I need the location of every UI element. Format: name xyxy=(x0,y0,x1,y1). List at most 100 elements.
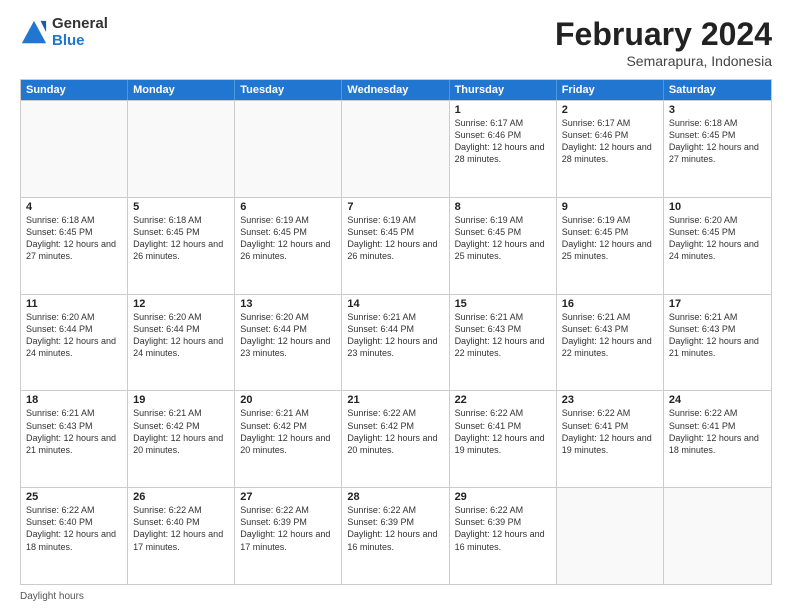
day-info: Sunrise: 6:22 AM Sunset: 6:40 PM Dayligh… xyxy=(133,504,229,553)
day-cell-23: 23Sunrise: 6:22 AM Sunset: 6:41 PM Dayli… xyxy=(557,391,664,487)
calendar-row-1: 4Sunrise: 6:18 AM Sunset: 6:45 PM Daylig… xyxy=(21,197,771,294)
day-cell-21: 21Sunrise: 6:22 AM Sunset: 6:42 PM Dayli… xyxy=(342,391,449,487)
day-number: 18 xyxy=(26,394,122,406)
title-month: February 2024 xyxy=(555,16,772,53)
day-number: 16 xyxy=(562,298,658,310)
day-cell-12: 12Sunrise: 6:20 AM Sunset: 6:44 PM Dayli… xyxy=(128,295,235,391)
empty-cell xyxy=(21,101,128,197)
day-number: 12 xyxy=(133,298,229,310)
day-number: 1 xyxy=(455,104,551,116)
day-number: 5 xyxy=(133,201,229,213)
day-cell-11: 11Sunrise: 6:20 AM Sunset: 6:44 PM Dayli… xyxy=(21,295,128,391)
day-number: 24 xyxy=(669,394,766,406)
day-info: Sunrise: 6:18 AM Sunset: 6:45 PM Dayligh… xyxy=(669,117,766,166)
day-cell-10: 10Sunrise: 6:20 AM Sunset: 6:45 PM Dayli… xyxy=(664,198,771,294)
day-number: 28 xyxy=(347,491,443,503)
day-info: Sunrise: 6:20 AM Sunset: 6:45 PM Dayligh… xyxy=(669,214,766,263)
day-info: Sunrise: 6:19 AM Sunset: 6:45 PM Dayligh… xyxy=(455,214,551,263)
calendar-row-2: 11 Sunrise: 6:20 AM Sunset: 6:44 PM Dayli… xyxy=(21,294,771,391)
day-info: Sunrise: 6:17 AM Sunset: 6:46 PM Dayligh… xyxy=(455,117,551,166)
day-cell-22: 22Sunrise: 6:22 AM Sunset: 6:41 PM Dayli… xyxy=(450,391,557,487)
day-cell-3: 3Sunrise: 6:18 AM Sunset: 6:45 PM Daylig… xyxy=(664,101,771,197)
logo-blue: Blue xyxy=(52,33,108,50)
day-info: Sunrise: 6:17 AM Sunset: 6:46 PM Dayligh… xyxy=(562,117,658,166)
day-cell-14: 14Sunrise: 6:21 AM Sunset: 6:44 PM Dayli… xyxy=(342,295,449,391)
day-number: 21 xyxy=(347,394,443,406)
header-day-saturday: Saturday xyxy=(664,80,771,100)
title-block: February 2024 Semarapura, Indonesia xyxy=(555,16,772,69)
day-number: 6 xyxy=(240,201,336,213)
header-day-wednesday: Wednesday xyxy=(342,80,449,100)
day-info: Sunrise: 6:21 AM Sunset: 6:43 PM Dayligh… xyxy=(562,311,658,360)
day-cell-18: 18Sunrise: 6:21 AM Sunset: 6:43 PM Dayli… xyxy=(21,391,128,487)
day-info: Sunrise: 6:22 AM Sunset: 6:42 PM Dayligh… xyxy=(347,407,443,456)
calendar-body: 1Sunrise: 6:17 AM Sunset: 6:46 PM Daylig… xyxy=(21,100,771,584)
title-location: Semarapura, Indonesia xyxy=(555,53,772,69)
daylight-label: Daylight hours xyxy=(20,591,84,602)
header-day-thursday: Thursday xyxy=(450,80,557,100)
day-number: 29 xyxy=(455,491,551,503)
day-info: Sunrise: 6:18 AM Sunset: 6:45 PM Dayligh… xyxy=(133,214,229,263)
day-cell-29: 29Sunrise: 6:22 AM Sunset: 6:39 PM Dayli… xyxy=(450,488,557,584)
day-cell-27: 27Sunrise: 6:22 AM Sunset: 6:39 PM Dayli… xyxy=(235,488,342,584)
day-cell-4: 4Sunrise: 6:18 AM Sunset: 6:45 PM Daylig… xyxy=(21,198,128,294)
day-number: 13 xyxy=(240,298,336,310)
day-cell-20: 20Sunrise: 6:21 AM Sunset: 6:42 PM Dayli… xyxy=(235,391,342,487)
day-info: Sunrise: 6:22 AM Sunset: 6:41 PM Dayligh… xyxy=(562,407,658,456)
day-cell-26: 26Sunrise: 6:22 AM Sunset: 6:40 PM Dayli… xyxy=(128,488,235,584)
day-cell-9: 9Sunrise: 6:19 AM Sunset: 6:45 PM Daylig… xyxy=(557,198,664,294)
day-number: 2 xyxy=(562,104,658,116)
header-day-tuesday: Tuesday xyxy=(235,80,342,100)
calendar-header: SundayMondayTuesdayWednesdayThursdayFrid… xyxy=(21,80,771,100)
day-cell-5: 5Sunrise: 6:18 AM Sunset: 6:45 PM Daylig… xyxy=(128,198,235,294)
day-number: 25 xyxy=(26,491,122,503)
empty-cell xyxy=(342,101,449,197)
day-info: Sunrise: 6:22 AM Sunset: 6:39 PM Dayligh… xyxy=(455,504,551,553)
header-day-monday: Monday xyxy=(128,80,235,100)
day-info: Sunrise: 6:22 AM Sunset: 6:40 PM Dayligh… xyxy=(26,504,122,553)
logo-icon xyxy=(20,19,48,47)
day-info: Sunrise: 6:19 AM Sunset: 6:45 PM Dayligh… xyxy=(240,214,336,263)
day-cell-15: 15Sunrise: 6:21 AM Sunset: 6:43 PM Dayli… xyxy=(450,295,557,391)
day-cell-19: 19Sunrise: 6:21 AM Sunset: 6:42 PM Dayli… xyxy=(128,391,235,487)
day-number: 3 xyxy=(669,104,766,116)
day-number: 14 xyxy=(347,298,443,310)
calendar: SundayMondayTuesdayWednesdayThursdayFrid… xyxy=(20,79,772,585)
logo-text: General Blue xyxy=(52,16,108,49)
day-cell-13: 13Sunrise: 6:20 AM Sunset: 6:44 PM Dayli… xyxy=(235,295,342,391)
header-day-sunday: Sunday xyxy=(21,80,128,100)
day-number: 27 xyxy=(240,491,336,503)
page: General Blue February 2024 Semarapura, I… xyxy=(0,0,792,612)
logo-general: General xyxy=(52,16,108,33)
day-number: 20 xyxy=(240,394,336,406)
logo: General Blue xyxy=(20,16,108,49)
day-number: 15 xyxy=(455,298,551,310)
day-info: Sunrise: 6:19 AM Sunset: 6:45 PM Dayligh… xyxy=(562,214,658,263)
day-info: Sunrise: 6:22 AM Sunset: 6:41 PM Dayligh… xyxy=(669,407,766,456)
day-number: 4 xyxy=(26,201,122,213)
day-cell-16: 16Sunrise: 6:21 AM Sunset: 6:43 PM Dayli… xyxy=(557,295,664,391)
calendar-row-0: 1Sunrise: 6:17 AM Sunset: 6:46 PM Daylig… xyxy=(21,100,771,197)
day-number: 26 xyxy=(133,491,229,503)
calendar-row-3: 18Sunrise: 6:21 AM Sunset: 6:43 PM Dayli… xyxy=(21,390,771,487)
day-info: Sunrise: 6:20 AM Sunset: 6:44 PM Dayligh… xyxy=(240,311,336,360)
day-cell-7: 7Sunrise: 6:19 AM Sunset: 6:45 PM Daylig… xyxy=(342,198,449,294)
empty-cell xyxy=(664,488,771,584)
day-info: Sunrise: 6:21 AM Sunset: 6:42 PM Dayligh… xyxy=(240,407,336,456)
day-cell-8: 8Sunrise: 6:19 AM Sunset: 6:45 PM Daylig… xyxy=(450,198,557,294)
day-info: Sunrise: 6:18 AM Sunset: 6:45 PM Dayligh… xyxy=(26,214,122,263)
day-number: 8 xyxy=(455,201,551,213)
header: General Blue February 2024 Semarapura, I… xyxy=(20,16,772,69)
day-info: Sunrise: 6:21 AM Sunset: 6:43 PM Dayligh… xyxy=(455,311,551,360)
day-number: 11 xyxy=(26,298,122,310)
day-info: Sunrise: 6:22 AM Sunset: 6:39 PM Dayligh… xyxy=(347,504,443,553)
day-number: 7 xyxy=(347,201,443,213)
day-number: 23 xyxy=(562,394,658,406)
empty-cell xyxy=(557,488,664,584)
day-info: Sunrise: 6:21 AM Sunset: 6:42 PM Dayligh… xyxy=(133,407,229,456)
empty-cell xyxy=(128,101,235,197)
day-number: 9 xyxy=(562,201,658,213)
empty-cell xyxy=(235,101,342,197)
day-cell-25: 25Sunrise: 6:22 AM Sunset: 6:40 PM Dayli… xyxy=(21,488,128,584)
day-info: Sunrise: 6:22 AM Sunset: 6:41 PM Dayligh… xyxy=(455,407,551,456)
